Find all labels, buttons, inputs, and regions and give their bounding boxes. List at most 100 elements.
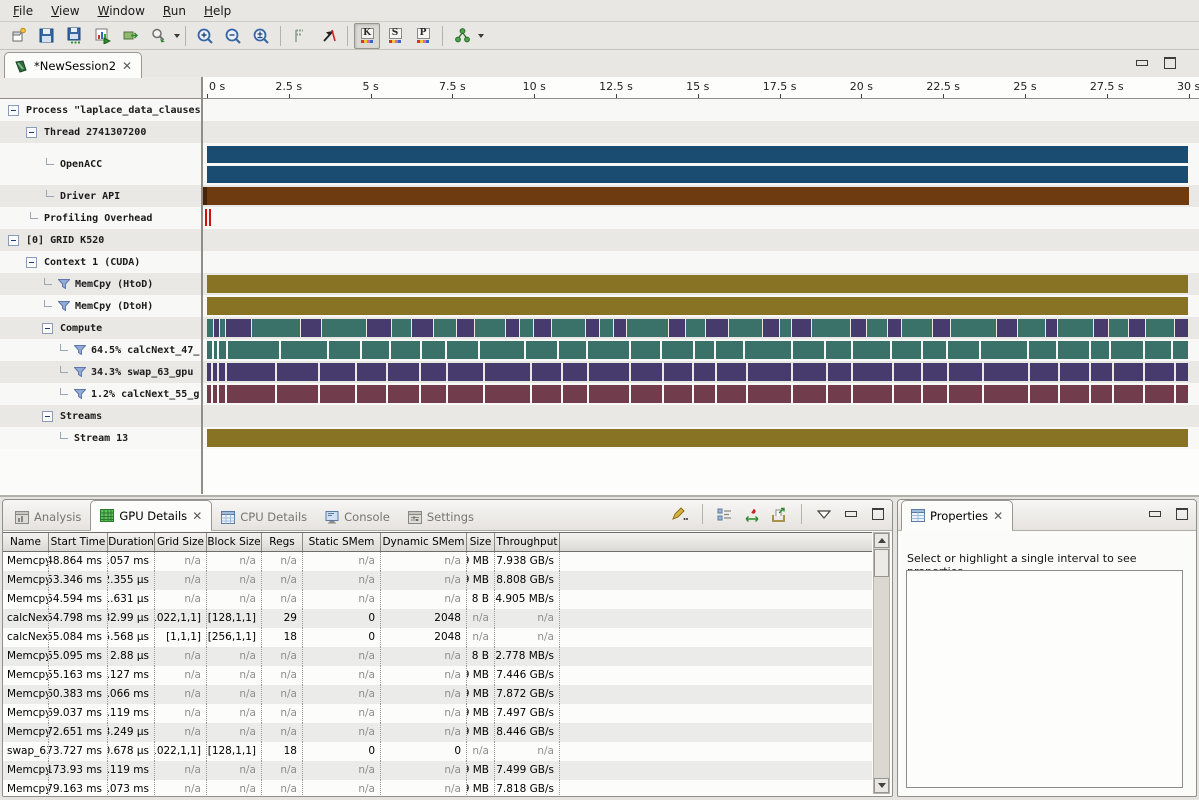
kernel-interval[interactable] xyxy=(1111,341,1142,359)
tree-item-kernel-swap-63[interactable]: 34.3% swap_63_gpu xyxy=(0,361,203,383)
menu-run[interactable]: Run xyxy=(154,2,195,20)
scroll-down-button[interactable] xyxy=(874,778,889,793)
kernel-interval[interactable] xyxy=(631,385,662,403)
tree-item-kernel-calcnext-47[interactable]: 64.5% calcNext_47_... xyxy=(0,339,203,361)
tab-console[interactable]: Console xyxy=(316,504,399,530)
vertical-scrollbar[interactable] xyxy=(873,532,890,794)
interval-bar[interactable] xyxy=(207,275,1188,293)
kernel-interval[interactable] xyxy=(329,341,360,359)
kernel-interval[interactable] xyxy=(320,385,355,403)
kernel-interval[interactable] xyxy=(1091,363,1112,381)
kernel-interval[interactable] xyxy=(686,319,705,337)
table-row[interactable]: Memcpy155.163 ms1.127 msn/an/an/an/an/a9… xyxy=(3,666,872,685)
edit-button[interactable] xyxy=(670,504,690,524)
tab-gpu-details[interactable]: GPU Details ✕ xyxy=(90,500,212,531)
minimize-button[interactable] xyxy=(1135,57,1149,69)
kernel-interval[interactable] xyxy=(717,385,746,403)
kernel-interval[interactable] xyxy=(391,341,420,359)
kernel-interval[interactable] xyxy=(851,319,865,337)
kernel-interval[interactable] xyxy=(434,319,456,337)
kernel-interval[interactable] xyxy=(867,319,888,337)
kernel-interval[interactable] xyxy=(322,319,366,337)
kernel-interval[interactable] xyxy=(1109,319,1128,337)
collapse-minus-icon[interactable] xyxy=(26,257,37,268)
kernel-interval[interactable] xyxy=(1029,341,1056,359)
kernel-interval[interactable] xyxy=(1091,341,1110,359)
table-row[interactable]: calcNext154.798 ms282.99 µs[1022,1,1][12… xyxy=(3,609,872,628)
minimize-button[interactable] xyxy=(841,504,861,524)
column-header-regs[interactable]: Regs xyxy=(262,533,303,551)
kernel-interval[interactable] xyxy=(894,363,921,381)
kernel-interval[interactable] xyxy=(600,319,613,337)
table-row[interactable]: Memcpy154.594 ms1.631 µsn/an/an/an/an/a8… xyxy=(3,590,872,609)
kernel-interval[interactable] xyxy=(662,341,693,359)
interval-bar[interactable] xyxy=(207,429,1188,447)
kernel-interval[interactable] xyxy=(984,363,1027,381)
kernel-interval[interactable] xyxy=(480,341,524,359)
kernel-interval[interactable] xyxy=(1030,385,1059,403)
kernel-interval[interactable] xyxy=(526,341,557,359)
interval-bar[interactable] xyxy=(207,146,1188,163)
kernel-interval[interactable] xyxy=(392,319,411,337)
scroll-up-button[interactable] xyxy=(874,533,889,548)
kernel-interval[interactable] xyxy=(949,363,982,381)
kernel-interval[interactable] xyxy=(213,363,217,381)
kernel-interval[interactable] xyxy=(669,319,685,337)
kernel-interval[interactable] xyxy=(357,363,386,381)
process-timeline-button[interactable]: P xyxy=(410,23,436,49)
filter-funnel-icon[interactable] xyxy=(74,367,86,377)
column-header-start-time[interactable]: Start Time xyxy=(49,533,108,551)
search-button[interactable] xyxy=(145,23,171,49)
filter-funnel-icon[interactable] xyxy=(58,301,70,311)
menu-file[interactable]: File xyxy=(4,2,42,20)
interval-bar[interactable] xyxy=(207,297,1188,315)
kernel-interval[interactable] xyxy=(506,319,519,337)
kernel-interval[interactable] xyxy=(219,385,225,403)
kernel-interval[interactable] xyxy=(559,341,586,359)
kernel-interval[interactable] xyxy=(1114,363,1143,381)
kernel-interval[interactable] xyxy=(716,341,743,359)
kernel-interval[interactable] xyxy=(252,319,299,337)
collapse-minus-icon[interactable] xyxy=(42,323,53,334)
column-header-dynamic-smem[interactable]: Dynamic SMem xyxy=(381,533,467,551)
kernel-interval[interactable] xyxy=(214,319,219,337)
column-header-throughput[interactable]: Throughput xyxy=(495,533,560,551)
jump-to-button[interactable] xyxy=(742,504,762,524)
kernel-interval[interactable] xyxy=(793,363,826,381)
kernel-interval[interactable] xyxy=(589,385,628,403)
kernel-interval[interactable] xyxy=(457,319,474,337)
kernel-timeline-button[interactable]: K xyxy=(354,23,380,49)
kernel-interval[interactable] xyxy=(1176,385,1188,403)
kernel-interval[interactable] xyxy=(207,363,211,381)
tree-item-stream-13[interactable]: Stream 13 xyxy=(0,427,203,449)
kernel-interval[interactable] xyxy=(532,385,561,403)
kernel-interval[interactable] xyxy=(780,319,791,337)
kernel-interval[interactable] xyxy=(421,385,446,403)
kernel-interval[interactable] xyxy=(448,363,483,381)
kernel-interval[interactable] xyxy=(357,385,386,403)
kernel-interval[interactable] xyxy=(320,363,355,381)
kernel-interval[interactable] xyxy=(1173,341,1188,359)
kernel-interval[interactable] xyxy=(888,319,901,337)
kernel-interval[interactable] xyxy=(362,341,389,359)
kernel-interval[interactable] xyxy=(220,319,225,337)
kernel-interval[interactable] xyxy=(984,385,1027,403)
kernel-interval[interactable] xyxy=(1114,385,1143,403)
kernel-interval[interactable] xyxy=(228,341,280,359)
column-header-name[interactable]: Name xyxy=(3,533,49,551)
session-tab[interactable]: *NewSession2 ✕ xyxy=(4,52,142,78)
kernel-interval[interactable] xyxy=(1091,385,1112,403)
filter-funnel-icon[interactable] xyxy=(74,345,86,355)
table-row[interactable]: Memcpy169.037 ms1.119 msn/an/an/an/an/a9… xyxy=(3,704,872,723)
kernel-interval[interactable] xyxy=(1060,363,1089,381)
kernel-interval[interactable] xyxy=(1175,319,1188,337)
kernel-interval[interactable] xyxy=(793,385,826,403)
kernel-interval[interactable] xyxy=(563,363,588,381)
kernel-interval[interactable] xyxy=(1145,341,1172,359)
table-row[interactable]: Memcpy160.383 ms1.066 msn/an/an/an/an/a9… xyxy=(3,685,872,704)
kernel-interval[interactable] xyxy=(892,341,921,359)
kernel-interval[interactable] xyxy=(695,341,714,359)
tab-properties[interactable]: Properties ✕ xyxy=(901,500,1013,531)
kernel-interval[interactable] xyxy=(563,385,588,403)
kernel-interval[interactable] xyxy=(552,319,585,337)
